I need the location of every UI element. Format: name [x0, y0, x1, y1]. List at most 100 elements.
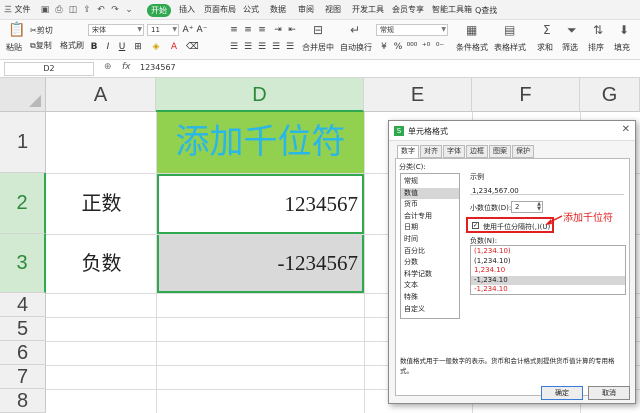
bold-button[interactable]: B: [88, 41, 100, 53]
justify-icon[interactable]: ☰: [270, 41, 282, 53]
underline-button[interactable]: U: [116, 41, 128, 53]
thousands-separator-checkbox[interactable]: ✓: [472, 222, 479, 229]
cell-d1-title[interactable]: 添加千位符: [157, 112, 364, 173]
tab-member[interactable]: 会员专享: [392, 0, 424, 20]
align-middle-icon[interactable]: ≡: [242, 24, 254, 36]
align-top-icon[interactable]: ≡: [228, 24, 240, 36]
category-item[interactable]: 会计专用: [401, 211, 459, 223]
row-header-3[interactable]: 3: [0, 234, 46, 293]
row-header-7[interactable]: 7: [0, 365, 46, 389]
search-box[interactable]: Q查找: [475, 4, 519, 17]
row-header-2[interactable]: 2: [0, 173, 46, 234]
category-list[interactable]: 常规 数值 货币 会计专用 日期 时间 百分比 分数 科学记数 文本 特殊 自定义: [400, 173, 460, 319]
cut-button[interactable]: ✂剪切: [30, 25, 53, 36]
tab-pattern[interactable]: 图案: [489, 145, 511, 158]
tab-smart-tools[interactable]: 智能工具箱: [432, 0, 472, 20]
tab-number[interactable]: 数字: [397, 145, 419, 159]
category-item[interactable]: 科学记数: [401, 269, 459, 281]
tab-start[interactable]: 开始: [147, 4, 171, 17]
font-size-select[interactable]: 11 ▼: [147, 24, 179, 36]
currency-icon[interactable]: ¥: [378, 41, 390, 53]
negative-format-item[interactable]: (1,234.10): [471, 257, 625, 267]
conditional-format-button[interactable]: 条件格式: [456, 42, 488, 53]
copy-button[interactable]: ⧉复制: [30, 40, 52, 51]
italic-button[interactable]: I: [102, 41, 114, 53]
tab-developer[interactable]: 开发工具: [352, 0, 384, 20]
outdent-icon[interactable]: ⇤: [286, 24, 298, 36]
export-icon[interactable]: ⇪: [80, 3, 94, 17]
cell-d2[interactable]: 1234567: [157, 174, 364, 234]
negative-format-item[interactable]: (1,234.10): [471, 247, 625, 257]
cell-a3[interactable]: 负数: [47, 235, 156, 293]
indent-icon[interactable]: ⇥: [272, 24, 284, 36]
paste-icon[interactable]: 📋: [8, 23, 25, 37]
tab-font[interactable]: 字体: [443, 145, 465, 158]
row-header-5[interactable]: 5: [0, 317, 46, 341]
increase-decimal-icon[interactable]: ⁺⁰: [420, 41, 432, 53]
column-header-e[interactable]: E: [364, 78, 472, 112]
percent-icon[interactable]: %: [392, 41, 404, 53]
print-icon[interactable]: ⎙: [52, 3, 66, 17]
paste-button[interactable]: 粘贴: [6, 42, 22, 53]
ok-button[interactable]: 确定: [541, 386, 583, 400]
fill-button[interactable]: 填充: [614, 42, 630, 53]
align-bottom-icon[interactable]: ≡: [256, 24, 268, 36]
column-header-g[interactable]: G: [580, 78, 640, 112]
negative-format-item[interactable]: 1,234.10: [471, 266, 625, 276]
category-item[interactable]: 百分比: [401, 246, 459, 258]
column-header-f[interactable]: F: [472, 78, 580, 112]
tab-page-layout[interactable]: 页面布局: [204, 0, 236, 20]
redo-icon[interactable]: ↷: [108, 3, 122, 17]
category-item[interactable]: 自定义: [401, 304, 459, 316]
tab-data[interactable]: 数据: [270, 0, 286, 20]
spinner-arrows-icon[interactable]: ▲ ▼: [537, 202, 541, 212]
category-item[interactable]: 日期: [401, 222, 459, 234]
tab-border[interactable]: 边框: [466, 145, 488, 158]
category-item[interactable]: 分数: [401, 257, 459, 269]
font-grow-icon[interactable]: A⁺: [182, 24, 194, 36]
clear-format-icon[interactable]: ⌫: [186, 41, 199, 53]
format-painter-button[interactable]: 格式刷: [60, 40, 84, 51]
table-style-button[interactable]: 表格样式: [494, 42, 526, 53]
file-menu[interactable]: 三 文件: [4, 0, 31, 20]
font-shrink-icon[interactable]: A⁻: [196, 24, 208, 36]
formula-input[interactable]: 1234567: [140, 63, 176, 72]
fx-icon[interactable]: fx: [122, 62, 131, 72]
preview-icon[interactable]: ◫: [66, 3, 80, 17]
sort-button[interactable]: 排序: [588, 42, 604, 53]
column-header-a[interactable]: A: [46, 78, 156, 112]
decimal-places-spinner[interactable]: 2 ▲ ▼: [511, 201, 543, 213]
name-box[interactable]: D2: [4, 62, 94, 76]
fill-color-icon[interactable]: ◈: [150, 41, 162, 53]
cancel-button[interactable]: 取消: [588, 386, 630, 400]
category-item[interactable]: 时间: [401, 234, 459, 246]
row-header-8[interactable]: 8: [0, 389, 46, 413]
category-item[interactable]: 数值: [401, 187, 459, 200]
sum-button[interactable]: 求和: [537, 42, 553, 53]
dropdown-icon[interactable]: ⌄: [122, 3, 136, 17]
cell-a2[interactable]: 正数: [47, 174, 156, 234]
negative-format-item[interactable]: -1,234.10: [471, 285, 625, 295]
undo-icon[interactable]: ↶: [94, 3, 108, 17]
tab-formula[interactable]: 公式: [243, 0, 259, 20]
category-item[interactable]: 文本: [401, 280, 459, 292]
align-center-icon[interactable]: ☰: [242, 41, 254, 53]
category-item[interactable]: 特殊: [401, 292, 459, 304]
border-icon[interactable]: ⊞: [132, 41, 144, 53]
column-header-d[interactable]: D: [156, 78, 364, 112]
negative-numbers-list[interactable]: (1,234.10) (1,234.10) 1,234.10 -1,234.10 -1,…: [470, 245, 626, 295]
tab-view[interactable]: 视图: [325, 0, 341, 20]
align-right-icon[interactable]: ☰: [256, 41, 268, 53]
decrease-decimal-icon[interactable]: ⁰⁻: [434, 41, 446, 53]
zoom-icon[interactable]: ⊕: [104, 62, 112, 72]
merge-center-button[interactable]: 合并居中: [302, 42, 334, 53]
select-all-corner[interactable]: [0, 78, 46, 112]
tab-insert[interactable]: 插入: [179, 0, 195, 20]
tab-protection[interactable]: 保护: [512, 145, 534, 158]
number-format-select[interactable]: 常规 ▼: [376, 24, 448, 36]
tab-review[interactable]: 审阅: [298, 0, 314, 20]
font-name-select[interactable]: 宋体 ▼: [88, 24, 144, 36]
row-header-6[interactable]: 6: [0, 341, 46, 365]
close-icon[interactable]: ✕: [622, 124, 630, 135]
distribute-icon[interactable]: ☰: [284, 41, 296, 53]
